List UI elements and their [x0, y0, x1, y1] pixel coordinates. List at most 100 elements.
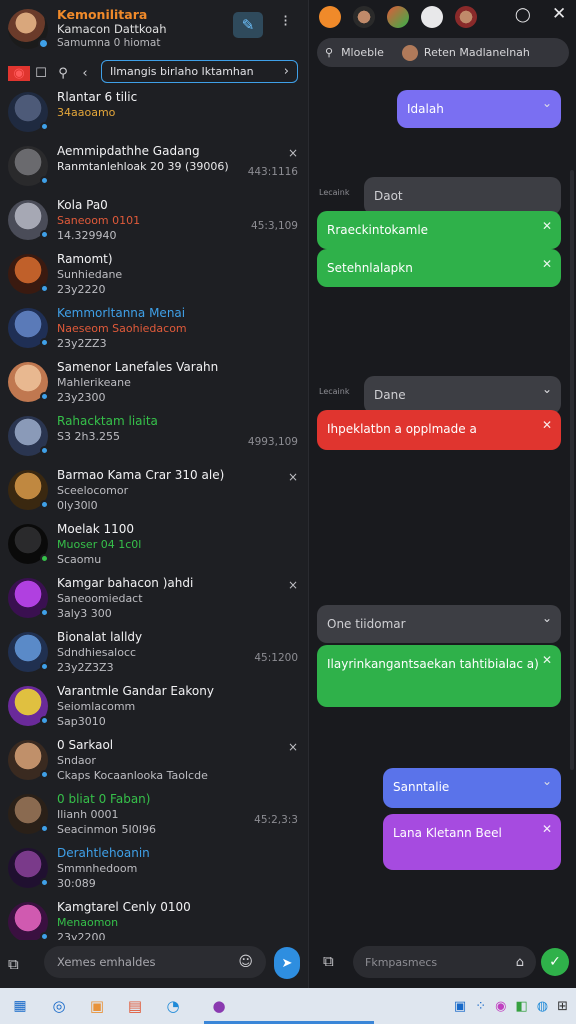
- chat-name: Moelak 1100: [57, 522, 135, 536]
- contact-avatar-1[interactable]: [353, 6, 375, 28]
- conversation-panel: ◯ ✕ ⚲ Mloeble Reten Madlanelnah Idalah ⌄ L…: [309, 0, 576, 988]
- chat-name: Kola Pa0: [57, 198, 108, 212]
- chat-list-item[interactable]: Moelak 1100 Muoser 04 1c0l Scaomu: [0, 518, 308, 572]
- online-status-dot: [40, 392, 49, 401]
- chevron-down-icon[interactable]: ⌄: [542, 92, 552, 114]
- chat-name: Barmao Kama Crar 310 ale): [57, 468, 225, 482]
- chat-preview-line: 34aaoamo: [57, 106, 116, 119]
- message-bubble[interactable]: Dane ⌄: [364, 376, 561, 414]
- contact-avatar-2[interactable]: [387, 6, 409, 28]
- edge-icon[interactable]: ◔: [154, 988, 192, 1024]
- chat-preview-line-2: 0ly30l0: [57, 499, 98, 512]
- message-text: Setehnlalapkn: [327, 261, 413, 275]
- chat-list-item[interactable]: Derahtlehoanin Smmnhedoom 30:089: [0, 842, 308, 896]
- chat-list-item[interactable]: Rahacktam liaita S3 2h3.255 4993,109: [0, 410, 308, 464]
- message-bubble[interactable]: Ilayrinkangantsaekan tahtibialac a) ✕: [317, 645, 561, 707]
- dismiss-icon[interactable]: ×: [288, 740, 298, 754]
- chat-list-item[interactable]: Rlantar 6 tilic 34aaoamo: [0, 86, 308, 140]
- message-bubble[interactable]: Setehnlalapkn ✕: [317, 249, 561, 287]
- chat-list-item[interactable]: Kemmorltanna Menai Naeseom Saohiedacom 23y…: [0, 302, 308, 356]
- message-bubble[interactable]: Sanntalie ⌄: [383, 768, 561, 808]
- chat-preview: 0 bliat 0 Faban) Ilianh 0001 Seacinmon 5I0…: [57, 792, 287, 837]
- grid-icon[interactable]: ⊞: [557, 999, 568, 1014]
- thread-scrollbar[interactable]: [570, 170, 574, 770]
- filter-icon[interactable]: ◉: [8, 65, 30, 81]
- chat-name: 0 Sarkaol: [57, 738, 114, 752]
- chat-list-item[interactable]: Kola Pa0 Saneoom 0101 14.329940 45:3,109: [0, 194, 308, 248]
- chat-list-item[interactable]: Bionalat lalldy Sdndhiesalocc 23y2Z3Z3 45:1…: [0, 626, 308, 680]
- message-bubble[interactable]: Idalah ⌄: [397, 90, 561, 128]
- close-icon[interactable]: ✕: [542, 649, 552, 671]
- network-icon[interactable]: ▣: [454, 999, 466, 1014]
- profile-avatar[interactable]: [8, 9, 49, 49]
- apps-icon[interactable]: ⁘: [475, 999, 486, 1014]
- close-icon[interactable]: ✕: [542, 818, 552, 840]
- chat-list-item[interactable]: Ramomt) Sunhiedane 23y2220: [0, 248, 308, 302]
- send-icon: ➤: [281, 955, 293, 971]
- attach-icon[interactable]: ⧉: [323, 952, 334, 970]
- message-bubble[interactable]: One tiidomar ⌄: [317, 605, 561, 643]
- close-icon[interactable]: ✕: [552, 4, 566, 24]
- message-bubble[interactable]: Ihpeklatbn a opplmade a ✕: [317, 410, 561, 450]
- left-send-button[interactable]: ➤: [274, 947, 300, 979]
- online-status-dot: [40, 338, 49, 347]
- chat-list-item[interactable]: Kamgar bahacon )ahdi Saneoomiedact 3aly3 3…: [0, 572, 308, 626]
- more-options-icon[interactable]: ⁝: [283, 11, 288, 30]
- chat-preview: Rlantar 6 tilic 34aaoamo: [57, 90, 287, 120]
- chevron-left-icon[interactable]: ‹: [74, 66, 96, 81]
- chat-preview: Derahtlehoanin Smmnhedoom 30:089: [57, 846, 287, 891]
- search-icon[interactable]: ◯: [515, 7, 531, 23]
- compose-icon: ✎: [241, 16, 255, 34]
- profile-subtitle: Kamacon Dattkoah: [57, 22, 167, 36]
- left-input-placeholder: Xemes emhaldes: [57, 955, 156, 969]
- close-icon[interactable]: ✕: [542, 215, 552, 237]
- chat-preview-line: Menaomon: [57, 916, 119, 929]
- right-message-input[interactable]: Fkmpasmecs ⌂: [353, 946, 536, 978]
- chat-list-item[interactable]: Aemmipdathhe Gadang Ranmtanlehloak 20 39 …: [0, 140, 308, 194]
- right-send-button[interactable]: ✓: [541, 948, 569, 976]
- chat-preview-line: Smmnhedoom: [57, 862, 138, 875]
- sticker-icon[interactable]: ☺: [238, 954, 253, 970]
- left-message-input[interactable]: Xemes emhaldes ☺: [44, 946, 266, 978]
- profile-status: Samumna 0 hiomat: [57, 37, 161, 49]
- message-bubble[interactable]: Daot: [364, 177, 561, 215]
- files-icon[interactable]: ▣: [78, 988, 116, 1024]
- chat-list-item[interactable]: Barmao Kama Crar 310 ale) Sceelocomor 0ly3…: [0, 464, 308, 518]
- chat-list-item[interactable]: Kamgtarel Cenly 0100 Menaomon 23y2200: [0, 896, 308, 940]
- chat-list-item[interactable]: Samenor Lanefales Varahn Mahlerikeane 23y2…: [0, 356, 308, 410]
- message-sender-label: Lecaink: [319, 188, 350, 197]
- contact-avatar-4[interactable]: [455, 6, 477, 28]
- browser-icon[interactable]: ◎: [40, 988, 78, 1024]
- chat-tray-icon[interactable]: ◉: [495, 999, 506, 1014]
- close-icon[interactable]: ✕: [542, 253, 552, 275]
- chat-list-item[interactable]: Varantmle Gandar Eakony Seiomlacomm Sap301…: [0, 680, 308, 734]
- chevron-down-icon[interactable]: ⌄: [542, 378, 552, 400]
- start-menu-icon[interactable]: ▦: [0, 988, 40, 1024]
- chevron-right-icon[interactable]: ›: [284, 64, 289, 79]
- emoji-avatar-icon[interactable]: [319, 6, 341, 28]
- message-bubble[interactable]: Rraeckintokamle ✕: [317, 211, 561, 249]
- conversation-search-bar[interactable]: ⚲ Mloeble Reten Madlanelnah: [317, 38, 569, 67]
- dismiss-icon[interactable]: ×: [288, 578, 298, 592]
- dismiss-icon[interactable]: ×: [288, 470, 298, 484]
- system-tray: ▣ ⁘ ◉ ◧ ◍ ⊞: [454, 988, 568, 1024]
- phone-icon[interactable]: ◧: [515, 999, 527, 1014]
- active-window-indicator: [204, 988, 374, 1024]
- checkbox-icon[interactable]: ☐: [30, 66, 52, 81]
- new-chat-button[interactable]: ✎: [233, 12, 263, 38]
- attach-icon[interactable]: ⧉: [8, 955, 34, 973]
- dismiss-icon[interactable]: ×: [288, 146, 298, 160]
- sticker-icon[interactable]: ⌂: [516, 955, 524, 970]
- chat-list-item[interactable]: 0 bliat 0 Faban) Ilianh 0001 Seacinmon 5I0…: [0, 788, 308, 842]
- search-icon[interactable]: ⚲: [52, 66, 74, 81]
- chevron-down-icon[interactable]: ⌄: [542, 607, 552, 629]
- chat-search-input[interactable]: Ilmangis birlaho Iktamhan ›: [101, 60, 298, 83]
- close-icon[interactable]: ✕: [542, 414, 552, 436]
- cloud-icon[interactable]: ◍: [537, 999, 548, 1014]
- calendar-icon[interactable]: ▤: [116, 988, 154, 1024]
- chevron-down-icon[interactable]: ⌄: [542, 770, 552, 792]
- contact-avatar: [8, 92, 49, 132]
- message-bubble[interactable]: Lana Kletann Beel ✕: [383, 814, 561, 870]
- contact-avatar-3[interactable]: [421, 6, 443, 28]
- chat-list-item[interactable]: 0 Sarkaol Sndaor Ckaps Kocaanlooka Taolcde…: [0, 734, 308, 788]
